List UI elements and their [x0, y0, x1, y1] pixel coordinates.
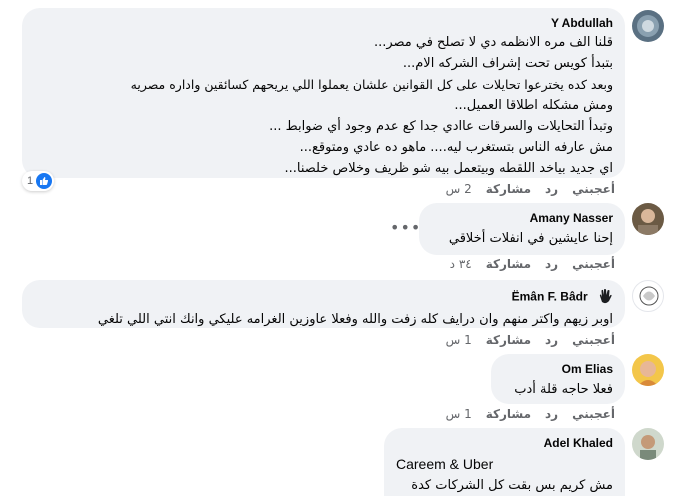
comment-line: Careem & Uber [396, 456, 494, 472]
comment-line: قلنا الف مره الانظمه دي لا تصلح في مصر..… [373, 35, 613, 50]
comment-text: قلنا الف مره الانظمه دي لا تصلح في مصر..… [22, 30, 625, 179]
comment-line: اي جديد بياخد اللقطه وبيتعمل بيه شو ظريف… [284, 161, 614, 176]
share-button[interactable]: مشاركة [486, 257, 531, 271]
more-options-icon[interactable]: ••• [390, 218, 421, 237]
share-button[interactable]: مشاركة [486, 407, 531, 421]
like-button[interactable]: أعجبني [572, 407, 615, 421]
comment-bubble: Y Abdullah قلنا الف مره الانظمه دي لا تص… [22, 8, 625, 178]
comment-actions: أعجبني رد مشاركة 1 س [432, 407, 615, 421]
comment-text: إحنا عايشين في انفلات أخلاقي [448, 231, 613, 246]
comment-line: وبعد كده يخترعوا تحايلات على كل القوانين… [130, 77, 613, 92]
comment-time[interactable]: 1 س [446, 333, 472, 347]
comment-text: Careem & Uber مش كريم بس بقت كل الشركات … [384, 450, 625, 496]
comment-author[interactable]: Ëmân F. Bâdr [22, 280, 625, 307]
comment-author[interactable]: Om Elias [491, 354, 625, 376]
like-button[interactable]: أعجبني [572, 333, 615, 347]
like-button[interactable]: أعجبني [572, 257, 615, 271]
comment-author[interactable]: Amany Nasser [419, 203, 625, 225]
avatar-om-elias[interactable] [632, 354, 664, 386]
comment-text: فعلا حاجه قلة أدب [514, 382, 613, 397]
comment-actions: أعجبني رد مشاركة ٣٤ د [436, 257, 615, 271]
comment-bubble: Ëmân F. Bâdr اوبر زيهم واكتر منهم وان در… [22, 280, 625, 328]
reply-button[interactable]: رد [545, 407, 558, 421]
comment-bubble: Om Elias فعلا حاجه قلة أدب [491, 354, 625, 404]
avatar-amany-nasser[interactable] [632, 203, 664, 235]
avatar-y-abdullah[interactable] [632, 10, 664, 42]
reply-button[interactable]: رد [545, 333, 558, 347]
comment-actions: أعجبني رد مشاركة 2 س [432, 182, 615, 196]
comment-author[interactable]: Y Abdullah [22, 8, 625, 30]
comment-line: مش عارفه الناس بتستغرب ليه.... ماهو ده ع… [299, 140, 613, 155]
share-button[interactable]: مشاركة [486, 333, 531, 347]
waving-hand-icon [597, 288, 613, 307]
comment-author-name: Ëmân F. Bâdr [511, 289, 588, 304]
comment-line: وتبدأ التحايلات والسرقات عاادي جدا كع عد… [269, 119, 613, 134]
avatar-eman-badr[interactable] [632, 280, 664, 312]
reply-button[interactable]: رد [545, 182, 558, 196]
comment-bubble: Amany Nasser إحنا عايشين في انفلات أخلاق… [419, 203, 625, 255]
comment-line: ومش مشكله اطلاقا العميل... [454, 98, 613, 113]
comment-line: مش كريم بس بقت كل الشركات كدة [411, 478, 613, 493]
comment-author[interactable]: Adel Khaled [384, 428, 625, 450]
reply-button[interactable]: رد [545, 257, 558, 271]
comment-text: اوبر زيهم واكتر منهم وان درايف كله زفت و… [97, 312, 613, 327]
avatar-adel-khaled[interactable] [632, 428, 664, 460]
comment-line: بتبدأ كويس تحت إشراف الشركه الام... [402, 56, 613, 71]
reaction-count: 1 [27, 175, 34, 187]
reaction-badge[interactable]: 1 [22, 171, 55, 191]
share-button[interactable]: مشاركة [486, 182, 531, 196]
comment-time[interactable]: 1 س [446, 407, 472, 421]
comment-time[interactable]: ٣٤ د [450, 257, 472, 271]
comment-bubble: Adel Khaled Careem & Uber مش كريم بس بقت… [384, 428, 625, 496]
like-button[interactable]: أعجبني [572, 182, 615, 196]
thumbs-up-icon [36, 173, 53, 189]
comment-time[interactable]: 2 س [446, 182, 472, 196]
comment-actions: أعجبني رد مشاركة 1 س [432, 333, 615, 347]
